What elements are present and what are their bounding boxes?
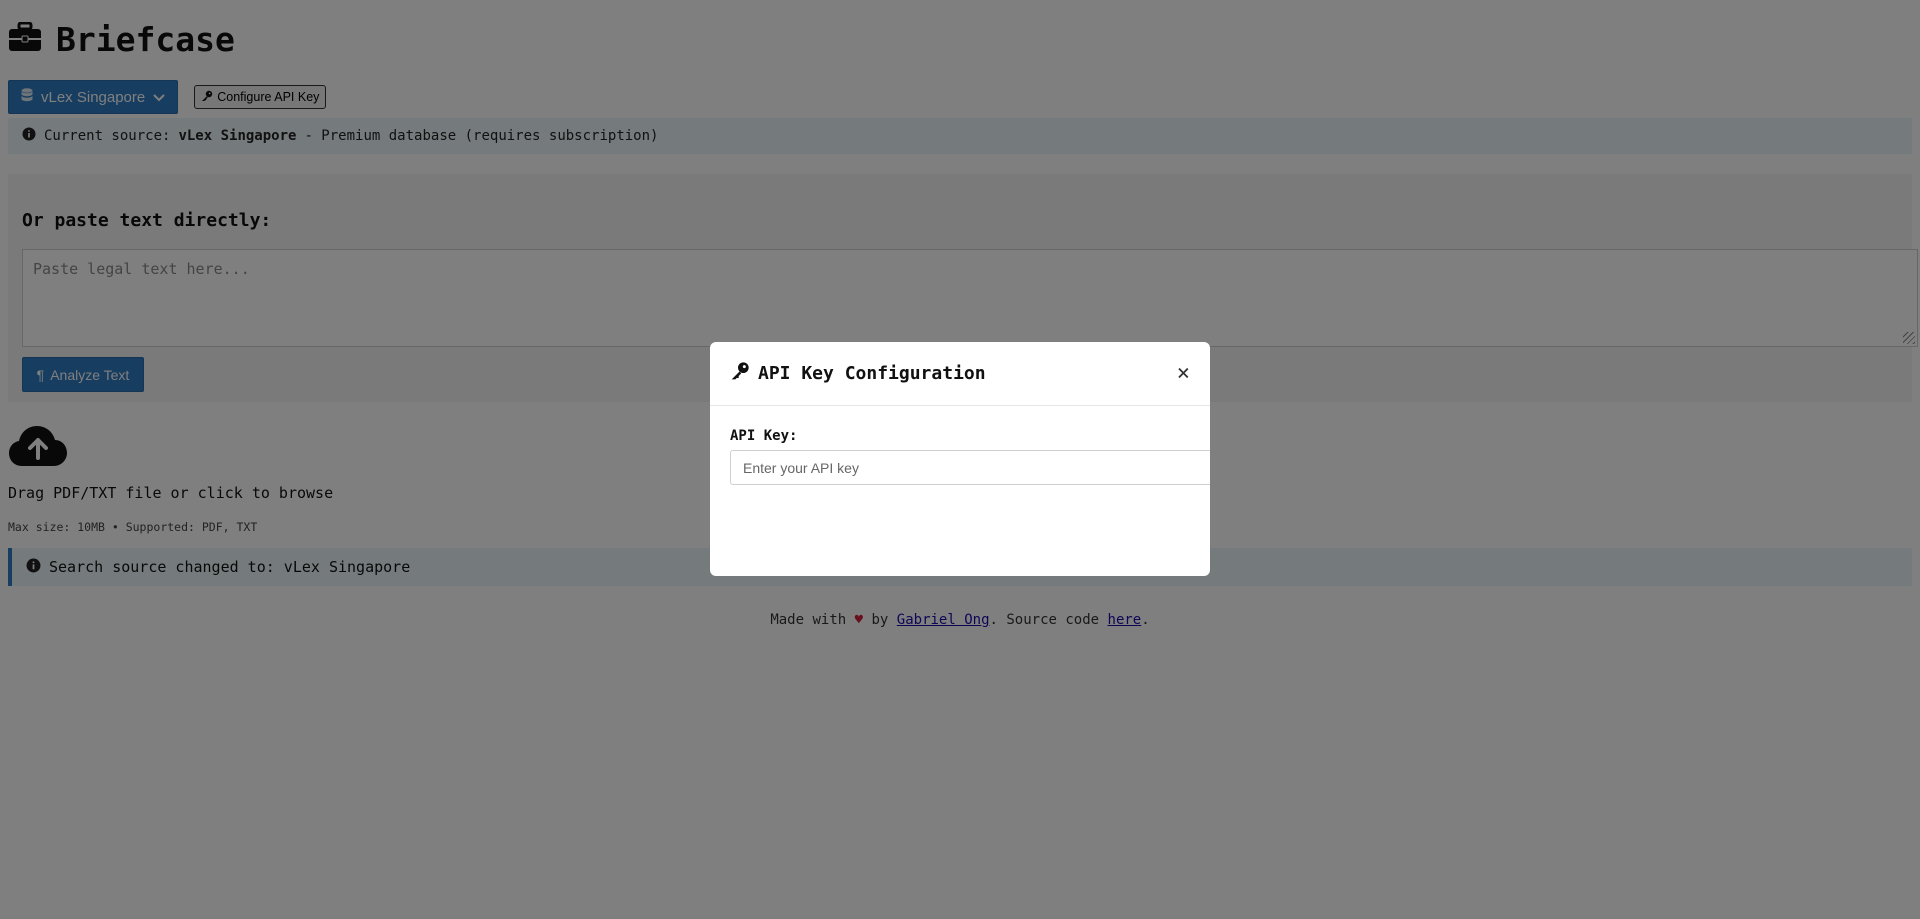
key-icon [730,361,750,386]
api-key-modal: API Key Configuration × API Key: [710,342,1210,576]
page: Briefcase vLex Singapore [0,0,1920,919]
close-icon[interactable]: × [1177,362,1190,385]
modal-title-text: API Key Configuration [758,363,986,384]
api-key-input[interactable] [730,450,1210,485]
api-key-label: API Key: [730,428,798,444]
modal-title: API Key Configuration [730,361,986,386]
modal-body: API Key: [710,406,1210,485]
modal-header: API Key Configuration × [710,342,1210,406]
